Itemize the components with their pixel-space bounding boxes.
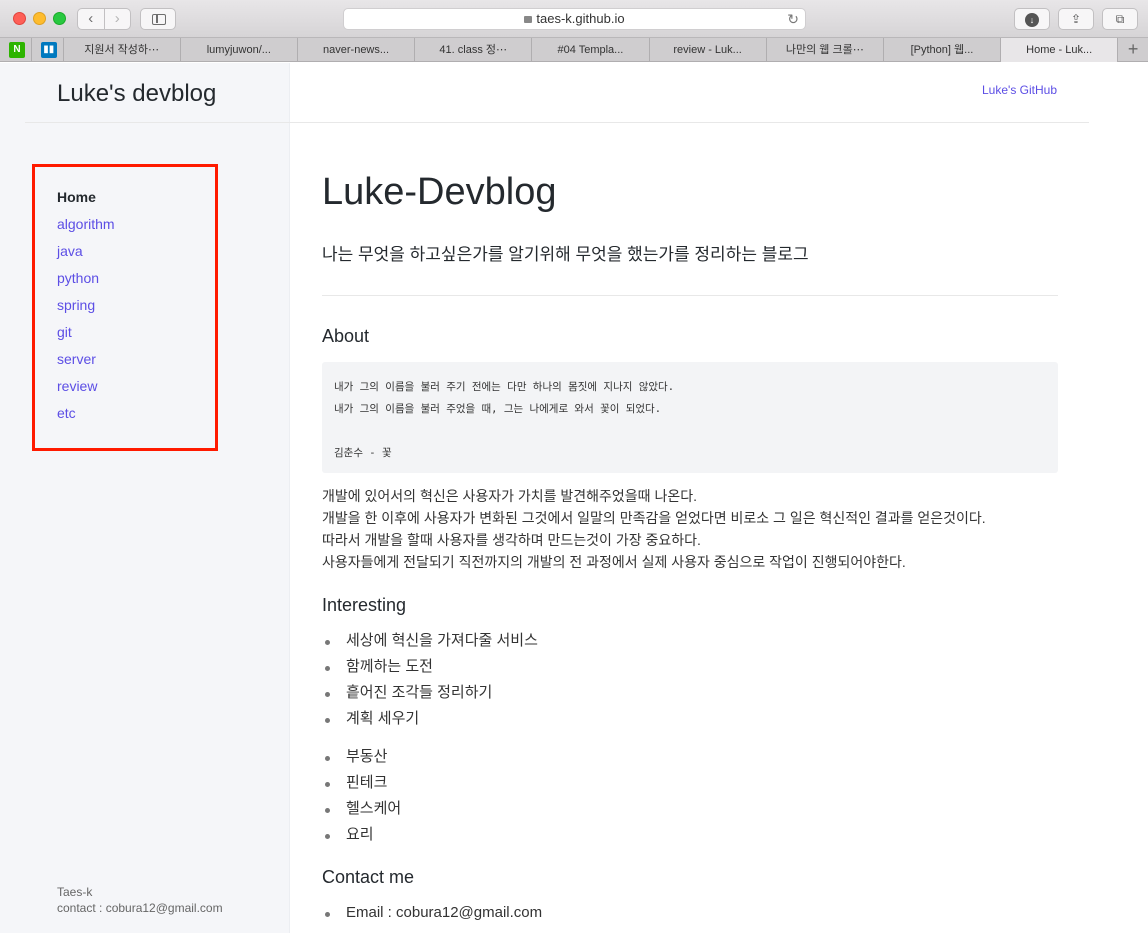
zoom-window-button[interactable] <box>53 12 66 25</box>
bookmark-trello[interactable]: ▮▮ <box>32 38 64 62</box>
quote-line: 내가 그의 이름을 불러 주기 전에는 다만 하나의 몸짓에 지나지 않았다. <box>334 381 675 393</box>
list-item: 계획 세우기 <box>322 706 538 732</box>
browser-tab[interactable]: naver-news... <box>298 38 416 62</box>
interesting-heading: Interesting <box>322 595 407 615</box>
interesting-list: 세상에 혁신을 가져다줄 서비스 함께하는 도전 흩어진 조각들 정리하기 계획… <box>322 628 538 732</box>
forward-button[interactable]: › <box>103 9 131 29</box>
browser-tab[interactable]: 41. class 정⋯ <box>415 38 533 62</box>
bookmark-naver[interactable]: N <box>0 38 32 62</box>
trello-icon: ▮▮ <box>40 42 57 58</box>
browser-tab-active[interactable]: Home - Luk... <box>1001 38 1119 62</box>
share-button[interactable]: ⇪ <box>1058 8 1094 30</box>
history-nav: ‹ › <box>77 8 131 30</box>
paragraph-line: 개발에 있어서의 혁신은 사용자가 가치를 발견해주었을때 나온다. <box>322 488 697 504</box>
content-divider <box>322 295 1058 296</box>
sidebar-footer: Taes-k contact : cobura12@gmail.com <box>57 884 223 916</box>
address-bar[interactable]: taes-k.github.io ↻ <box>343 8 806 30</box>
browser-titlebar: ‹ › taes-k.github.io ↻ ↓ ⇪ ⧉ <box>0 0 1148 38</box>
highlight-annotation-box <box>32 164 218 451</box>
webpage: Luke's devblog Luke's GitHub Home algori… <box>0 63 1148 933</box>
tab-bar: N ▮▮ 지원서 작성하⋯ lumyjuwon/... naver-news..… <box>0 38 1148 62</box>
github-link[interactable]: Luke's GitHub <box>982 83 1057 97</box>
tabs-icon: ⧉ <box>1115 12 1125 26</box>
footer-contact: contact : cobura12@gmail.com <box>57 901 223 915</box>
list-item: 부동산 <box>322 744 401 770</box>
quote-line: 내가 그의 이름을 불러 주었을 때, 그는 나에게로 와서 꽃이 되었다. <box>334 403 662 415</box>
interesting-list-2: 부동산 핀테크 헬스케어 요리 <box>322 744 401 848</box>
sidebar-icon <box>152 14 166 25</box>
browser-tab[interactable]: [Python] 웹... <box>884 38 1002 62</box>
lock-icon <box>524 16 533 23</box>
list-item: 세상에 혁신을 가져다줄 서비스 <box>322 628 538 654</box>
list-item: 함께하는 도전 <box>322 654 538 680</box>
browser-tab[interactable]: lumyjuwon/... <box>181 38 298 62</box>
paragraph-line: 따라서 개발을 할때 사용자를 생각하며 만드는것이 가장 중요하다. <box>322 532 701 548</box>
browser-tab[interactable]: 나만의 웹 크롤⋯ <box>767 38 884 62</box>
sidebar-toggle-button[interactable] <box>140 8 176 30</box>
url-text: taes-k.github.io <box>536 11 625 26</box>
browser-tab[interactable]: review - Luk... <box>650 38 767 62</box>
list-item: 요리 <box>322 822 401 848</box>
tabs-overview-button[interactable]: ⧉ <box>1102 8 1138 30</box>
paragraph-line: 사용자들에게 전달되기 직전까지의 개발의 전 과정에서 실제 사용자 중심으로… <box>322 554 906 570</box>
download-icon: ↓ <box>1025 13 1039 27</box>
browser-tab[interactable]: #04 Templa... <box>532 38 650 62</box>
paragraph-line: 개발을 한 이후에 사용자가 변화된 그것에서 일말의 만족감을 얻었다면 비로… <box>322 510 986 526</box>
about-paragraph: 개발에 있어서의 혁신은 사용자가 가치를 발견해주었을때 나온다. 개발을 한… <box>322 485 986 573</box>
site-title[interactable]: Luke's devblog <box>57 80 216 108</box>
browser-tab[interactable]: 지원서 작성하⋯ <box>64 38 181 62</box>
footer-name: Taes-k <box>57 885 93 899</box>
back-button[interactable]: ‹ <box>78 9 104 29</box>
new-tab-button[interactable]: + <box>1118 38 1148 61</box>
minimize-window-button[interactable] <box>33 12 46 25</box>
reload-icon[interactable]: ↻ <box>787 9 799 29</box>
downloads-button[interactable]: ↓ <box>1014 8 1050 30</box>
quote-block: 내가 그의 이름을 불러 주기 전에는 다만 하나의 몸짓에 지나지 않았다. … <box>322 362 1058 473</box>
contact-heading: Contact me <box>322 867 415 887</box>
list-item: 핀테크 <box>322 770 401 796</box>
page-title: Luke-Devblog <box>322 171 557 213</box>
page-subtitle: 나는 무엇을 하고싶은가를 알기위해 무엇을 했는가를 정리하는 블로그 <box>322 245 809 264</box>
share-icon: ⇪ <box>1070 12 1082 26</box>
close-window-button[interactable] <box>13 12 26 25</box>
naver-icon: N <box>9 42 25 58</box>
list-item: 헬스케어 <box>322 796 401 822</box>
contact-email: Email : cobura12@gmail.com <box>322 900 542 926</box>
contact-list: Email : cobura12@gmail.com <box>322 900 542 926</box>
list-item: 흩어진 조각들 정리하기 <box>322 680 538 706</box>
header-divider <box>25 122 1089 123</box>
quote-author: 김춘수 - 꽃 <box>334 447 392 459</box>
about-heading: About <box>322 326 370 346</box>
